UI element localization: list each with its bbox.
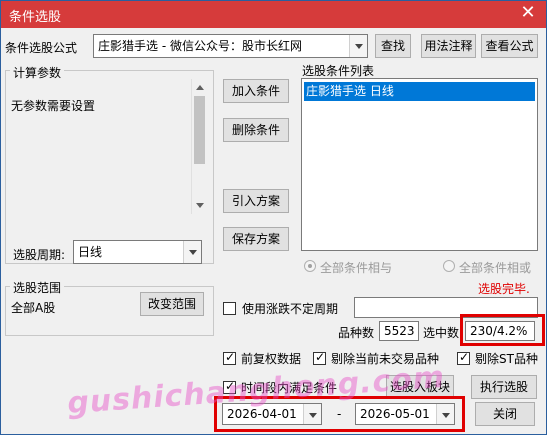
scroll-up-icon[interactable] — [196, 85, 204, 90]
save-scheme-button[interactable]: 保存方案 — [223, 227, 289, 251]
formula-label: 条件选股公式 — [5, 41, 78, 55]
formula-select[interactable]: 庄影猎手选 - 微信公众号：股市长红网 — [93, 34, 368, 58]
or-radio[interactable] — [443, 260, 455, 272]
params-scrollbar[interactable] — [191, 79, 207, 214]
total-count-label: 品种数 — [338, 326, 375, 340]
scroll-down-icon[interactable] — [196, 203, 204, 208]
conditions-list[interactable]: 庄影猎手选 日线 — [301, 78, 538, 251]
stock-screener-window: 条件选股 ✕ 条件选股公式 庄影猎手选 - 微信公众号：股市长红网 查找 用法注… — [0, 0, 547, 435]
window-title: 条件选股 — [9, 10, 62, 25]
formula-value: 庄影猎手选 - 微信公众号：股市长红网 — [98, 39, 302, 53]
usage-button[interactable]: 用法注释 — [421, 34, 476, 58]
close-icon[interactable]: ✕ — [518, 3, 538, 23]
chevron-down-icon[interactable] — [183, 241, 201, 263]
status-text: 选股完毕. — [478, 282, 530, 296]
range-value: 全部A股 — [11, 301, 56, 315]
chevron-down-icon[interactable] — [349, 35, 367, 57]
or-label: 全部条件相或 — [459, 261, 532, 275]
exclude-st-label: 剔除ST品种 — [475, 352, 538, 366]
execute-button[interactable]: 执行选股 — [471, 375, 537, 399]
view-formula-button[interactable]: 查看公式 — [481, 34, 538, 58]
import-scheme-button[interactable]: 引入方案 — [223, 189, 289, 213]
period-label: 选股周期: — [13, 248, 66, 262]
forward-adjust-checkbox[interactable] — [223, 350, 236, 365]
params-group-label: 计算参数 — [10, 64, 65, 81]
forward-adjust-label: 前复权数据 — [241, 352, 302, 366]
exclude-untraded-checkbox[interactable] — [313, 350, 326, 365]
conditions-label: 选股条件列表 — [302, 64, 375, 78]
close-button[interactable]: 关闭 — [475, 402, 535, 426]
highlight-box-selected — [460, 314, 545, 346]
selected-count-label: 选中数 — [423, 326, 460, 340]
title-bar: 条件选股 ✕ — [1, 1, 546, 28]
total-count-field: 5523 — [379, 321, 419, 341]
list-item[interactable]: 庄影猎手选 日线 — [304, 82, 535, 101]
delete-condition-button[interactable]: 删除条件 — [223, 118, 289, 142]
period-value: 日线 — [78, 245, 103, 259]
total-count-value: 5523 — [384, 324, 415, 338]
and-radio[interactable] — [304, 260, 316, 272]
find-button[interactable]: 查找 — [375, 34, 411, 58]
change-range-button[interactable]: 改变范围 — [140, 292, 204, 316]
volatile-period-checkbox[interactable] — [223, 302, 236, 315]
period-select[interactable]: 日线 — [73, 240, 202, 264]
scroll-thumb[interactable] — [194, 96, 205, 164]
and-label: 全部条件相与 — [320, 261, 393, 275]
volatile-period-label: 使用涨跌不定周期 — [242, 302, 339, 316]
add-condition-button[interactable]: 加入条件 — [223, 79, 289, 103]
range-group-label: 选股范围 — [10, 279, 65, 296]
exclude-st-checkbox[interactable] — [457, 350, 470, 365]
params-text: 无参数需要设置 — [11, 99, 96, 113]
